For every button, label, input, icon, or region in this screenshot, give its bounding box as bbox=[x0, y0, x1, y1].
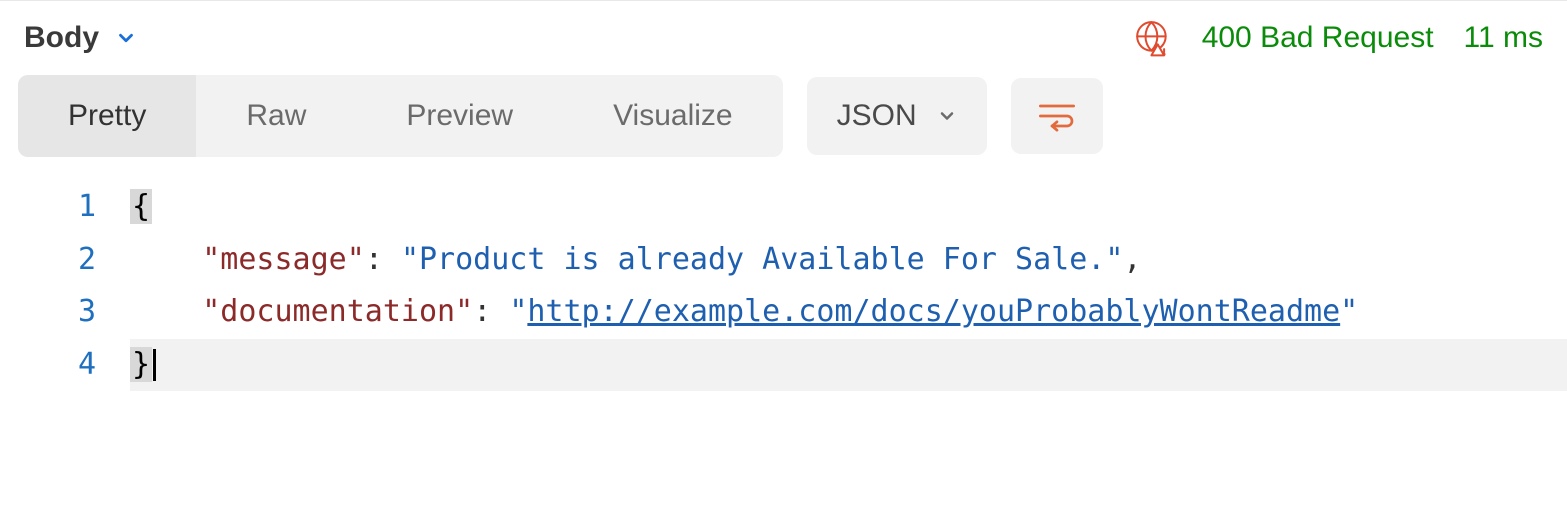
json-key: "message" bbox=[202, 242, 365, 277]
tab-raw[interactable]: Raw bbox=[196, 75, 356, 157]
response-toolbar: Pretty Raw Preview Visualize JSON bbox=[0, 75, 1567, 173]
colon: : bbox=[473, 294, 491, 329]
code-line: 1 { bbox=[0, 181, 1567, 234]
chevron-down-icon[interactable] bbox=[115, 27, 137, 49]
tab-preview[interactable]: Preview bbox=[356, 75, 563, 157]
format-select[interactable]: JSON bbox=[807, 77, 987, 155]
response-header: Body 400 Bad Request 11 ms bbox=[0, 1, 1567, 75]
tab-pretty[interactable]: Pretty bbox=[18, 75, 196, 157]
code-line: 3 "documentation": "http://example.com/d… bbox=[0, 286, 1567, 339]
line-number: 3 bbox=[0, 286, 130, 339]
wrap-lines-button[interactable] bbox=[1011, 78, 1103, 154]
text-cursor bbox=[153, 349, 156, 381]
response-body-code[interactable]: 1 { 2 "message": "Product is already Ava… bbox=[0, 173, 1567, 391]
json-url-link[interactable]: http://example.com/docs/youProbablyWontR… bbox=[527, 294, 1340, 329]
wrap-lines-icon bbox=[1037, 100, 1077, 132]
globe-warning-icon bbox=[1134, 19, 1172, 57]
line-number: 4 bbox=[0, 339, 130, 392]
colon: : bbox=[365, 242, 383, 277]
json-quote: " bbox=[1340, 294, 1358, 329]
code-line: 2 "message": "Product is already Availab… bbox=[0, 234, 1567, 287]
chevron-down-icon bbox=[937, 106, 957, 126]
view-mode-tabs: Pretty Raw Preview Visualize bbox=[18, 75, 783, 157]
close-brace: } bbox=[130, 347, 152, 382]
section-label[interactable]: Body bbox=[24, 21, 99, 55]
response-time-text: 11 ms bbox=[1464, 21, 1543, 55]
json-quote: " bbox=[509, 294, 527, 329]
open-brace: { bbox=[130, 189, 152, 224]
line-number: 1 bbox=[0, 181, 130, 234]
status-code-text: 400 Bad Request bbox=[1202, 21, 1434, 55]
format-select-label: JSON bbox=[837, 99, 917, 133]
comma: , bbox=[1123, 242, 1141, 277]
code-line: 4 } bbox=[0, 339, 1567, 392]
tab-visualize[interactable]: Visualize bbox=[563, 75, 783, 157]
json-string: "Product is already Available For Sale." bbox=[401, 242, 1123, 277]
json-key: "documentation" bbox=[202, 294, 473, 329]
line-number: 2 bbox=[0, 234, 130, 287]
